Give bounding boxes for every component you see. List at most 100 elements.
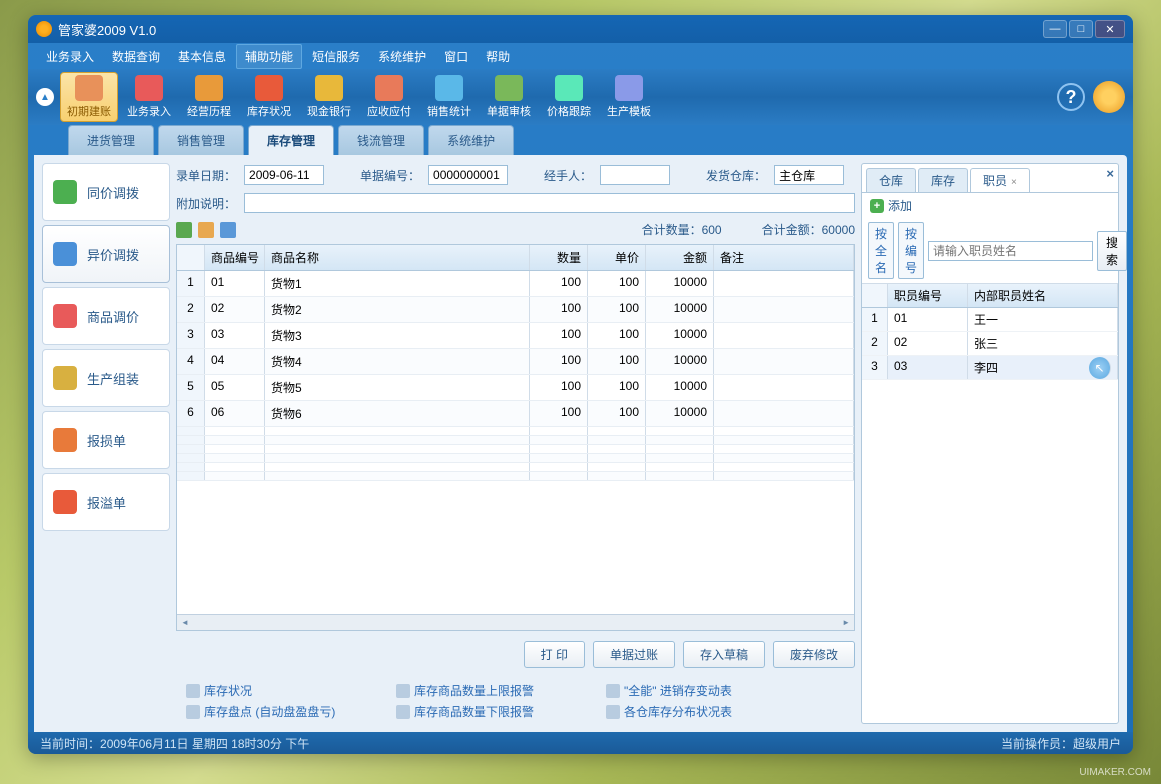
add-button[interactable]: + 添加 [870, 197, 912, 214]
col-price[interactable]: 单价 [588, 245, 646, 270]
menu-item-4[interactable]: 短信服务 [304, 45, 368, 68]
table-row-empty[interactable] [177, 463, 854, 472]
menu-item-6[interactable]: 窗口 [436, 45, 476, 68]
panel-close-icon[interactable]: × [1106, 166, 1114, 181]
action-btn-0[interactable]: 打 印 [524, 641, 585, 668]
action-btn-2[interactable]: 存入草稿 [683, 641, 765, 668]
bottom-link-4[interactable]: 库存商品数量下限报警 [396, 703, 576, 720]
table-row[interactable]: 505货物510010010000 [177, 375, 854, 401]
col-note[interactable]: 备注 [714, 245, 854, 270]
employee-row[interactable]: 202张三 [862, 332, 1118, 356]
col-name[interactable]: 商品名称 [265, 245, 530, 270]
menu-item-7[interactable]: 帮助 [478, 45, 518, 68]
module-tab-2[interactable]: 库存管理 [248, 125, 334, 155]
module-tab-1[interactable]: 销售管理 [158, 125, 244, 155]
sidebar-item-1[interactable]: 异价调拨 [42, 225, 170, 283]
bottom-link-2[interactable]: "全能" 进销存变动表 [606, 682, 786, 699]
toolbar-btn-4[interactable]: 现金银行 [300, 72, 358, 122]
table-row-empty[interactable] [177, 454, 854, 463]
toolbar-btn-7[interactable]: 单据审核 [480, 72, 538, 122]
col-code[interactable]: 商品编号 [205, 245, 265, 270]
toolbar-icon [195, 75, 223, 101]
sidebar-item-0[interactable]: 同价调拨 [42, 163, 170, 221]
menu-item-3[interactable]: 辅助功能 [236, 44, 302, 69]
employee-row[interactable]: 303李四↖ [862, 356, 1118, 380]
employee-row[interactable]: 101王一 [862, 308, 1118, 332]
bottom-link-5[interactable]: 各仓库存分布状况表 [606, 703, 786, 720]
action-btn-3[interactable]: 废弃修改 [773, 641, 855, 668]
minimize-button[interactable]: — [1043, 20, 1067, 38]
tab-close-icon[interactable]: × [1011, 177, 1017, 188]
toolbar-btn-2[interactable]: 经营历程 [180, 72, 238, 122]
action-btn-1[interactable]: 单据过账 [593, 641, 675, 668]
docno-input[interactable] [428, 165, 508, 185]
rg-col-name[interactable]: 内部职员姓名 [968, 284, 1118, 307]
right-grid-body[interactable]: 101王一202张三303李四↖ [862, 308, 1118, 380]
menu-item-5[interactable]: 系统维护 [370, 45, 434, 68]
col-amt[interactable]: 金额 [646, 245, 714, 270]
table-row[interactable]: 101货物110010010000 [177, 271, 854, 297]
table-row-empty[interactable] [177, 436, 854, 445]
filter-fullname-button[interactable]: 按全名 [868, 222, 894, 279]
help-icon[interactable]: ? [1057, 83, 1085, 111]
grid-body[interactable]: 101货物110010010000202货物210010010000303货物3… [177, 271, 854, 614]
table-row[interactable]: 404货物410010010000 [177, 349, 854, 375]
total-qty: 合计数量：600 [642, 221, 722, 238]
titlebar[interactable]: 管家婆2009 V1.0 — □ ✕ [28, 15, 1133, 43]
date-input[interactable] [244, 165, 324, 185]
sidebar-item-5[interactable]: 报溢单 [42, 473, 170, 531]
module-tab-4[interactable]: 系统维护 [428, 125, 514, 155]
search-button[interactable]: 搜索 [1097, 231, 1127, 271]
sidebar-item-4[interactable]: 报损单 [42, 411, 170, 469]
toolbar-icon [375, 75, 403, 101]
right-tab-0[interactable]: 仓库 [866, 168, 916, 192]
bottom-links: 库存状况 库存商品数量上限报警 "全能" 进销存变动表库存盘点 (自动盘盈盘亏) 库存… [176, 678, 855, 724]
toolbar-btn-6[interactable]: 销售统计 [420, 72, 478, 122]
bottom-link-1[interactable]: 库存商品数量上限报警 [396, 682, 576, 699]
toolbar-btn-9[interactable]: 生产模板 [600, 72, 658, 122]
table-row[interactable]: 606货物610010010000 [177, 401, 854, 427]
right-tab-2[interactable]: 职员× [970, 168, 1030, 192]
table-row-empty[interactable] [177, 445, 854, 454]
sidebar-item-2[interactable]: 商品调价 [42, 287, 170, 345]
table-row[interactable]: 303货物310010010000 [177, 323, 854, 349]
handler-input[interactable] [600, 165, 670, 185]
status-operator: 当前操作员：超级用户 [1001, 735, 1121, 752]
right-tab-1[interactable]: 库存 [918, 168, 968, 192]
toolbar-btn-0[interactable]: 初期建账 [60, 72, 118, 122]
module-tab-3[interactable]: 钱流管理 [338, 125, 424, 155]
filter-code-button[interactable]: 按编号 [898, 222, 924, 279]
toolbar-btn-8[interactable]: 价格跟踪 [540, 72, 598, 122]
table-row[interactable]: 202货物210010010000 [177, 297, 854, 323]
window-controls: — □ ✕ [1043, 20, 1125, 38]
toolbar-btn-5[interactable]: 应收应付 [360, 72, 418, 122]
module-tab-0[interactable]: 进货管理 [68, 125, 154, 155]
toolbar-icon [435, 75, 463, 101]
warehouse-input[interactable] [774, 165, 844, 185]
rg-col-code[interactable]: 职员编号 [888, 284, 968, 307]
person-icon[interactable] [220, 222, 236, 238]
bottom-link-0[interactable]: 库存状况 [186, 682, 366, 699]
employee-search-input[interactable] [928, 241, 1093, 261]
toolbar-btn-3[interactable]: 库存状况 [240, 72, 298, 122]
menu-item-2[interactable]: 基本信息 [170, 45, 234, 68]
table-row-empty[interactable] [177, 427, 854, 436]
app-window: 管家婆2009 V1.0 — □ ✕ 业务录入数据查询基本信息辅助功能短信服务系… [28, 15, 1133, 754]
memo-input[interactable] [244, 193, 855, 213]
menu-item-1[interactable]: 数据查询 [104, 45, 168, 68]
building-icon[interactable] [198, 222, 214, 238]
table-row-empty[interactable] [177, 472, 854, 481]
col-qty[interactable]: 数量 [530, 245, 588, 270]
coin-icon[interactable] [1093, 81, 1125, 113]
collapse-toggle-icon[interactable]: ▲ [36, 88, 54, 106]
company-icon[interactable] [176, 222, 192, 238]
maximize-button[interactable]: □ [1069, 20, 1093, 38]
horizontal-scrollbar[interactable] [177, 614, 854, 630]
sidebar-item-3[interactable]: 生产组装 [42, 349, 170, 407]
toolbar-icon [615, 75, 643, 101]
arrow-up-icon[interactable]: ↖ [1089, 357, 1111, 379]
bottom-link-3[interactable]: 库存盘点 (自动盘盈盘亏) [186, 703, 366, 720]
menu-item-0[interactable]: 业务录入 [38, 45, 102, 68]
close-button[interactable]: ✕ [1095, 20, 1125, 38]
toolbar-btn-1[interactable]: 业务录入 [120, 72, 178, 122]
